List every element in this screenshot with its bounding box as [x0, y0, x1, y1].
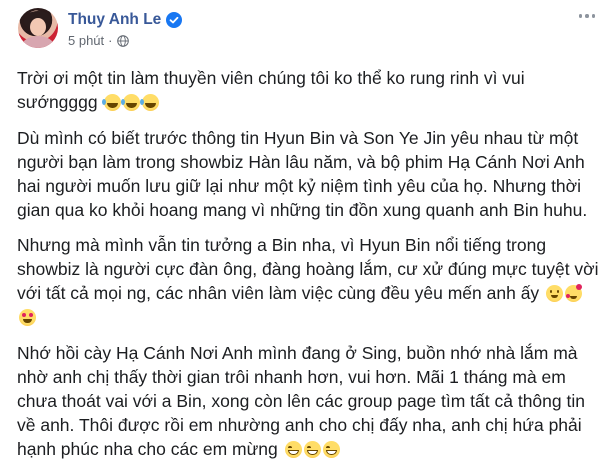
post-paragraph: Dù mình có biết trước thông tin Hyun Bin…: [17, 126, 602, 222]
smiling-hearts-emoji-icon: [565, 284, 583, 302]
grinning-emoji-icon: [303, 440, 321, 458]
author-name[interactable]: Thuy Anh Le: [68, 11, 161, 29]
verified-badge-icon: [166, 12, 183, 28]
post-paragraph: Nhưng mà mình vẫn tin tưởng a Bin nha, v…: [17, 233, 602, 329]
paragraph-text: Trời ơi một tin làm thuyền viên chúng tô…: [17, 68, 525, 112]
meta-separator: ·: [108, 33, 113, 48]
author-row: Thuy Anh Le: [68, 11, 183, 29]
rofl-emoji-icon: [121, 94, 141, 111]
post-header: Thuy Anh Le 5 phút ·: [18, 8, 598, 52]
globe-icon[interactable]: [116, 34, 129, 47]
heart-eyes-emoji-icon: [19, 309, 36, 326]
post-meta: 5 phút ·: [68, 33, 129, 48]
post-paragraph: Nhớ hồi cày Hạ Cánh Nơi Anh mình đang ở …: [17, 341, 602, 461]
rofl-emoji-icon: [140, 94, 160, 111]
grinning-emoji-icon: [284, 440, 302, 458]
wink-kiss-emoji-icon: [546, 285, 564, 302]
rofl-emoji-icon: [102, 94, 122, 111]
post-paragraph: Trời ơi một tin làm thuyền viên chúng tô…: [17, 66, 602, 114]
paragraph-text: Nhưng mà mình vẫn tin tưởng a Bin nha, v…: [17, 235, 599, 303]
post-timestamp[interactable]: 5 phút: [68, 33, 104, 48]
paragraph-text: Nhớ hồi cày Hạ Cánh Nơi Anh mình đang ở …: [17, 342, 585, 459]
avatar[interactable]: [18, 8, 58, 48]
grinning-emoji-icon: [322, 440, 340, 458]
post-body: Trời ơi một tin làm thuyền viên chúng tô…: [17, 66, 602, 472]
paragraph-text: Dù mình có biết trước thông tin Hyun Bin…: [17, 127, 588, 220]
more-options-icon[interactable]: [576, 8, 598, 24]
